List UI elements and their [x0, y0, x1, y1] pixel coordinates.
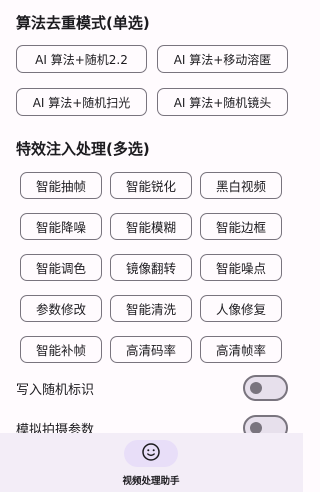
algorithm-section-title: 算法去重模式(单选) [16, 14, 150, 32]
effect-option-button[interactable]: 高清码率 [110, 336, 192, 363]
switch-knob [250, 382, 262, 394]
effects-section-title: 特效注入处理(多选) [16, 140, 150, 158]
effect-option-button[interactable]: 智能调色 [20, 254, 102, 281]
random-watermark-switch[interactable] [243, 375, 288, 401]
effect-option-button[interactable]: 人像修复 [200, 295, 282, 322]
effect-option-button[interactable]: 高清帧率 [200, 336, 282, 363]
effect-option-button[interactable]: 智能模糊 [110, 213, 192, 240]
random-watermark-label: 写入随机标识 [16, 382, 95, 398]
effects-options: 智能抽帧 智能锐化 黑白视频 智能降噪 智能模糊 智能边框 智能调色 镜像翻转 … [20, 172, 282, 363]
effect-option-button[interactable]: 智能锐化 [110, 172, 192, 199]
nav-active-indicator [124, 440, 178, 467]
algorithm-option-button[interactable]: AI 算法+随机2.2 [16, 45, 147, 73]
algorithm-option-button[interactable]: AI 算法+随机扫光 [16, 88, 147, 116]
effect-option-button[interactable]: 智能降噪 [20, 213, 102, 240]
effect-option-button[interactable]: 镜像翻转 [110, 254, 192, 281]
bottom-navigation-bar: 视频处理助手 [0, 433, 303, 492]
effect-option-button[interactable]: 智能边框 [200, 213, 282, 240]
effect-option-button[interactable]: 智能补帧 [20, 336, 102, 363]
random-watermark-row: 写入随机标识 [16, 374, 288, 402]
effect-option-button[interactable]: 黑白视频 [200, 172, 282, 199]
effect-option-button[interactable]: 智能噪点 [200, 254, 282, 281]
effect-option-button[interactable]: 参数修改 [20, 295, 102, 322]
effect-option-button[interactable]: 智能抽帧 [20, 172, 102, 199]
algorithm-option-button[interactable]: AI 算法+移动溶匿 [157, 45, 288, 73]
effect-option-button[interactable]: 智能清洗 [110, 295, 192, 322]
algorithm-options: AI 算法+随机2.2 AI 算法+移动溶匿 AI 算法+随机扫光 AI 算法+… [16, 45, 288, 116]
algorithm-option-button[interactable]: AI 算法+随机镜头 [157, 88, 288, 116]
nav-item-label: 视频处理助手 [122, 476, 180, 487]
nav-item-video-assistant[interactable]: 视频处理助手 [118, 440, 184, 487]
smiley-face-icon [141, 442, 161, 466]
